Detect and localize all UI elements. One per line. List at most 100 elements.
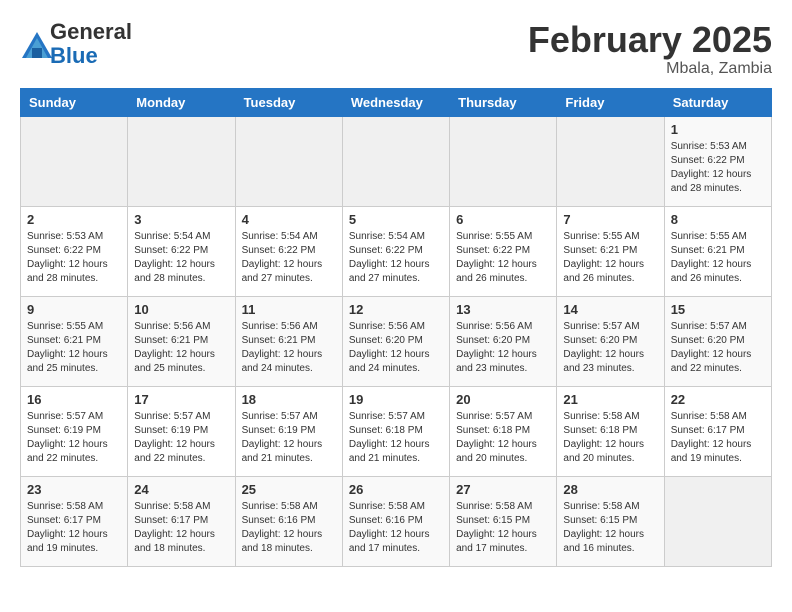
calendar-cell: 22 Sunrise: 5:58 AMSunset: 6:17 PMDayligh… [664, 386, 771, 476]
logo-icon [20, 30, 48, 58]
day-info: Sunrise: 5:58 AMSunset: 6:15 PMDaylight:… [456, 500, 550, 556]
day-header-sunday: Sunday [21, 88, 128, 116]
calendar-cell: 8 Sunrise: 5:55 AMSunset: 6:21 PMDaylight… [664, 206, 771, 296]
calendar-week-5: 23Sunrise: 5:58 AMSunset: 6:17 PMDayligh… [21, 476, 772, 566]
day-info: Sunrise: 5:58 AMSunset: 6:17 PMDaylight:… [27, 500, 121, 556]
day-header-monday: Monday [128, 88, 235, 116]
day-info: Sunrise: 5:54 AMSunset: 6:22 PMDaylight:… [349, 230, 443, 286]
calendar-cell [21, 116, 128, 206]
title-section: February 2025 Mbala, Zambia [528, 20, 772, 78]
day-number: 3 [134, 212, 228, 227]
calendar-cell: 24Sunrise: 5:58 AMSunset: 6:17 PMDayligh… [128, 476, 235, 566]
day-info: Sunrise: 5:57 AMSunset: 6:20 PMDaylight:… [563, 320, 657, 376]
day-info: Sunrise: 5:58 AMSunset: 6:17 PMDaylight:… [671, 410, 765, 466]
day-info: Sunrise: 5:54 AMSunset: 6:22 PMDaylight:… [242, 230, 336, 286]
calendar-cell: 6 Sunrise: 5:55 AMSunset: 6:22 PMDaylight… [450, 206, 557, 296]
day-number: 26 [349, 482, 443, 497]
calendar-week-3: 9 Sunrise: 5:55 AMSunset: 6:21 PMDaylight… [21, 296, 772, 386]
day-info: Sunrise: 5:57 AMSunset: 6:19 PMDaylight:… [27, 410, 121, 466]
logo-general: General [50, 19, 132, 44]
day-info: Sunrise: 5:58 AMSunset: 6:18 PMDaylight:… [563, 410, 657, 466]
day-number: 1 [671, 122, 765, 137]
days-of-week-row: SundayMondayTuesdayWednesdayThursdayFrid… [21, 88, 772, 116]
calendar-cell: 9 Sunrise: 5:55 AMSunset: 6:21 PMDaylight… [21, 296, 128, 386]
calendar-subtitle: Mbala, Zambia [528, 60, 772, 78]
day-number: 2 [27, 212, 121, 227]
day-info: Sunrise: 5:57 AMSunset: 6:20 PMDaylight:… [671, 320, 765, 376]
day-info: Sunrise: 5:57 AMSunset: 6:18 PMDaylight:… [456, 410, 550, 466]
calendar-cell: 19Sunrise: 5:57 AMSunset: 6:18 PMDayligh… [342, 386, 449, 476]
day-number: 28 [563, 482, 657, 497]
calendar-cell: 15 Sunrise: 5:57 AMSunset: 6:20 PMDayligh… [664, 296, 771, 386]
calendar-cell: 14 Sunrise: 5:57 AMSunset: 6:20 PMDayligh… [557, 296, 664, 386]
day-header-thursday: Thursday [450, 88, 557, 116]
calendar-body: 1 Sunrise: 5:53 AMSunset: 6:22 PMDaylight… [21, 116, 772, 566]
day-info: Sunrise: 5:53 AMSunset: 6:22 PMDaylight:… [27, 230, 121, 286]
calendar-cell [664, 476, 771, 566]
day-info: Sunrise: 5:55 AMSunset: 6:22 PMDaylight:… [456, 230, 550, 286]
day-info: Sunrise: 5:57 AMSunset: 6:18 PMDaylight:… [349, 410, 443, 466]
day-info: Sunrise: 5:58 AMSunset: 6:16 PMDaylight:… [349, 500, 443, 556]
day-number: 21 [563, 392, 657, 407]
calendar-week-2: 2 Sunrise: 5:53 AMSunset: 6:22 PMDaylight… [21, 206, 772, 296]
calendar-cell: 26 Sunrise: 5:58 AMSunset: 6:16 PMDayligh… [342, 476, 449, 566]
day-number: 11 [242, 302, 336, 317]
day-number: 25 [242, 482, 336, 497]
calendar-cell: 20 Sunrise: 5:57 AMSunset: 6:18 PMDayligh… [450, 386, 557, 476]
calendar-table: SundayMondayTuesdayWednesdayThursdayFrid… [20, 88, 772, 567]
day-number: 12 [349, 302, 443, 317]
day-info: Sunrise: 5:56 AMSunset: 6:21 PMDaylight:… [242, 320, 336, 376]
day-number: 13 [456, 302, 550, 317]
day-info: Sunrise: 5:55 AMSunset: 6:21 PMDaylight:… [563, 230, 657, 286]
day-info: Sunrise: 5:57 AMSunset: 6:19 PMDaylight:… [242, 410, 336, 466]
calendar-cell: 28Sunrise: 5:58 AMSunset: 6:15 PMDayligh… [557, 476, 664, 566]
calendar-cell: 2 Sunrise: 5:53 AMSunset: 6:22 PMDaylight… [21, 206, 128, 296]
day-info: Sunrise: 5:55 AMSunset: 6:21 PMDaylight:… [27, 320, 121, 376]
day-number: 16 [27, 392, 121, 407]
day-number: 27 [456, 482, 550, 497]
day-number: 8 [671, 212, 765, 227]
calendar-header: SundayMondayTuesdayWednesdayThursdayFrid… [21, 88, 772, 116]
day-number: 9 [27, 302, 121, 317]
day-info: Sunrise: 5:55 AMSunset: 6:21 PMDaylight:… [671, 230, 765, 286]
calendar-cell: 16 Sunrise: 5:57 AMSunset: 6:19 PMDayligh… [21, 386, 128, 476]
calendar-cell: 11 Sunrise: 5:56 AMSunset: 6:21 PMDayligh… [235, 296, 342, 386]
logo-text: General Blue [50, 20, 132, 68]
day-number: 10 [134, 302, 228, 317]
calendar-cell: 17Sunrise: 5:57 AMSunset: 6:19 PMDayligh… [128, 386, 235, 476]
day-number: 6 [456, 212, 550, 227]
calendar-cell [128, 116, 235, 206]
calendar-title: February 2025 [528, 20, 772, 60]
day-number: 5 [349, 212, 443, 227]
calendar-cell [450, 116, 557, 206]
calendar-cell: 23Sunrise: 5:58 AMSunset: 6:17 PMDayligh… [21, 476, 128, 566]
calendar-week-4: 16 Sunrise: 5:57 AMSunset: 6:19 PMDayligh… [21, 386, 772, 476]
calendar-cell: 27 Sunrise: 5:58 AMSunset: 6:15 PMDayligh… [450, 476, 557, 566]
calendar-cell: 21 Sunrise: 5:58 AMSunset: 6:18 PMDayligh… [557, 386, 664, 476]
calendar-cell: 10 Sunrise: 5:56 AMSunset: 6:21 PMDayligh… [128, 296, 235, 386]
day-header-saturday: Saturday [664, 88, 771, 116]
calendar-cell: 25Sunrise: 5:58 AMSunset: 6:16 PMDayligh… [235, 476, 342, 566]
calendar-week-1: 1Sunrise: 5:53 AMSunset: 6:22 PMDaylight… [21, 116, 772, 206]
day-number: 17 [134, 392, 228, 407]
day-number: 4 [242, 212, 336, 227]
day-info: Sunrise: 5:56 AMSunset: 6:20 PMDaylight:… [456, 320, 550, 376]
day-number: 20 [456, 392, 550, 407]
day-number: 15 [671, 302, 765, 317]
day-number: 22 [671, 392, 765, 407]
day-info: Sunrise: 5:58 AMSunset: 6:17 PMDaylight:… [134, 500, 228, 556]
day-info: Sunrise: 5:56 AMSunset: 6:21 PMDaylight:… [134, 320, 228, 376]
day-info: Sunrise: 5:54 AMSunset: 6:22 PMDaylight:… [134, 230, 228, 286]
calendar-cell: 7Sunrise: 5:55 AMSunset: 6:21 PMDaylight… [557, 206, 664, 296]
calendar-cell: 12 Sunrise: 5:56 AMSunset: 6:20 PMDayligh… [342, 296, 449, 386]
calendar-cell [342, 116, 449, 206]
day-header-wednesday: Wednesday [342, 88, 449, 116]
page-header: General Blue February 2025 Mbala, Zambia [20, 20, 772, 78]
calendar-cell: 13 Sunrise: 5:56 AMSunset: 6:20 PMDayligh… [450, 296, 557, 386]
calendar-cell: 1Sunrise: 5:53 AMSunset: 6:22 PMDaylight… [664, 116, 771, 206]
day-info: Sunrise: 5:56 AMSunset: 6:20 PMDaylight:… [349, 320, 443, 376]
calendar-cell: 4 Sunrise: 5:54 AMSunset: 6:22 PMDaylight… [235, 206, 342, 296]
day-number: 14 [563, 302, 657, 317]
day-header-tuesday: Tuesday [235, 88, 342, 116]
day-number: 18 [242, 392, 336, 407]
